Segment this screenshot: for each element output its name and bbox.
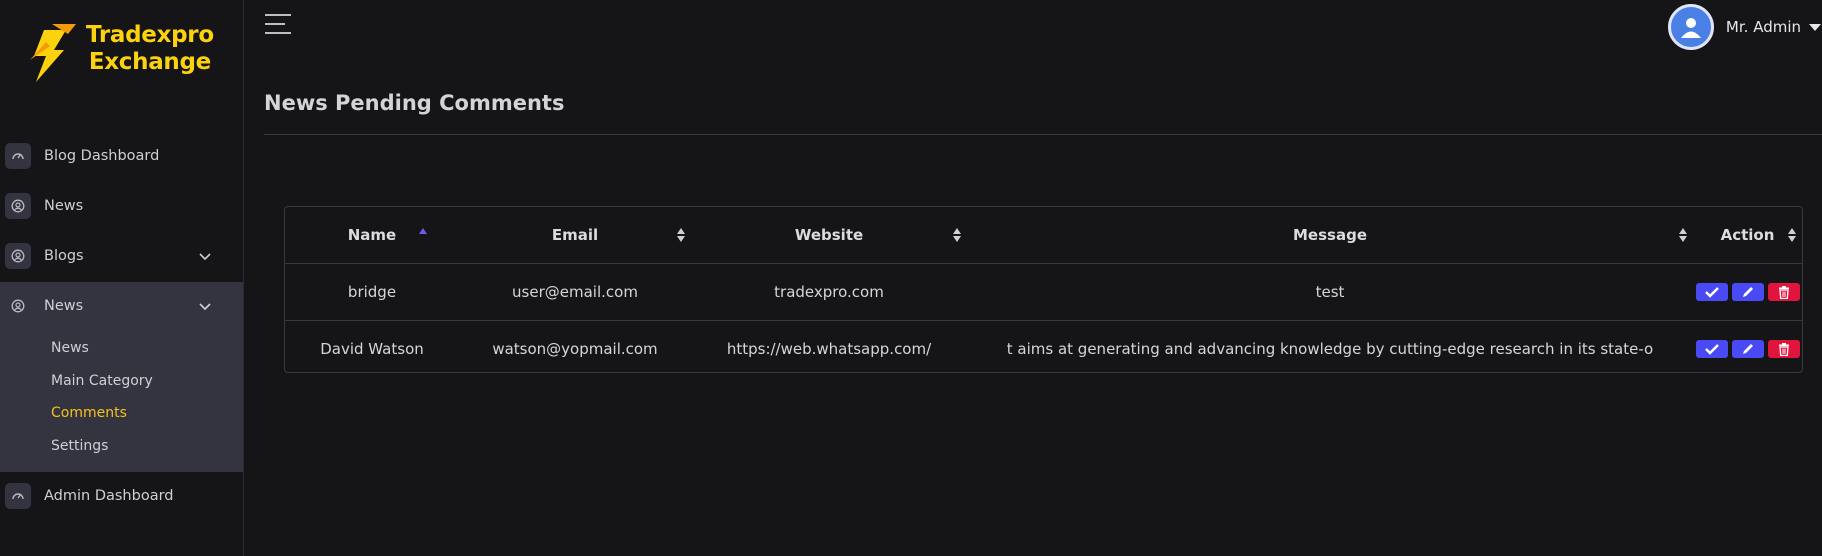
menu-toggle-icon[interactable] (265, 14, 291, 36)
sidebar-item-label: Admin Dashboard (44, 488, 174, 504)
page-title: News Pending Comments (264, 91, 565, 115)
column-header-message[interactable]: Message (967, 207, 1693, 264)
sort-icon (677, 228, 685, 242)
cell-message: t aims at generating and advancing knowl… (1006, 340, 1654, 358)
cell-website: tradexpro.com (691, 263, 967, 321)
edit-button[interactable] (1731, 283, 1764, 301)
brand-line2: Exchange (88, 49, 211, 75)
user-circle-icon (5, 293, 31, 319)
column-label: Message (1293, 226, 1367, 244)
pencil-icon (1742, 287, 1753, 297)
table-row: David Watson watson@yopmail.com https://… (285, 321, 1802, 373)
cell-name: bridge (285, 263, 459, 321)
sidebar-item-news[interactable]: News (0, 184, 243, 228)
cell-name: David Watson (320, 340, 424, 358)
user-circle-icon (5, 243, 31, 269)
top-bar: Mr. Admin (243, 0, 1822, 52)
sort-icon (1788, 228, 1796, 242)
brand-line1: Tradexpro (86, 22, 214, 48)
cell-actions (1693, 321, 1802, 373)
cell-email: user@email.com (459, 263, 691, 321)
sidebar-item-blog-dashboard[interactable]: Blog Dashboard (0, 134, 243, 178)
cell-email: watson@yopmail.com (492, 340, 658, 358)
cell-message: test (967, 263, 1693, 321)
brand-logo[interactable]: Tradexpro Exchange (24, 20, 224, 86)
avatar (1667, 4, 1714, 50)
sidebar-item-news-group[interactable]: News (0, 284, 243, 328)
cell-website: https://web.whatsapp.com/ (726, 340, 932, 358)
sort-icon (953, 228, 961, 242)
submenu-item-main-category[interactable]: Main Category (51, 373, 153, 389)
trash-icon (1778, 285, 1789, 299)
column-label: Email (551, 226, 599, 244)
column-header-name[interactable]: Name (285, 207, 459, 264)
sidebar-item-label: News (44, 298, 84, 314)
submenu-item-comments[interactable]: Comments (51, 405, 127, 421)
chevron-down-icon (199, 253, 211, 261)
submenu-item-news[interactable]: News (51, 340, 89, 356)
divider (264, 134, 1822, 135)
column-label: Website (794, 226, 864, 244)
caret-down-icon (1809, 23, 1821, 31)
sort-asc-icon (419, 228, 427, 234)
lightning-logo-icon (30, 24, 76, 82)
cell-actions (1693, 263, 1802, 321)
column-label: Name (347, 226, 397, 244)
approve-button[interactable] (1695, 283, 1728, 301)
column-header-website[interactable]: Website (691, 207, 967, 264)
sidebar: Tradexpro Exchange Blog Dashboard News B… (0, 0, 244, 556)
column-label: Action (1720, 226, 1775, 244)
gauge-icon (5, 483, 31, 509)
user-name: Mr. Admin (1725, 18, 1801, 36)
sidebar-item-label: Blogs (44, 248, 84, 264)
gauge-icon (5, 143, 31, 169)
column-header-action[interactable]: Action (1693, 207, 1802, 264)
trash-icon (1778, 342, 1789, 356)
user-menu[interactable]: Mr. Admin (1667, 4, 1822, 50)
sidebar-item-label: Blog Dashboard (44, 148, 160, 164)
submenu-item-settings[interactable]: Settings (51, 438, 108, 454)
chevron-down-icon (199, 303, 211, 311)
table-header-row: Name Email Website Message Action (285, 207, 1802, 264)
approve-button[interactable] (1695, 340, 1728, 358)
delete-button[interactable] (1767, 283, 1800, 301)
comments-table: Name Email Website Message Action bridge… (284, 206, 1803, 373)
user-icon (1680, 18, 1701, 38)
pencil-icon (1742, 344, 1753, 354)
sidebar-item-admin-dashboard[interactable]: Admin Dashboard (0, 474, 243, 518)
sidebar-item-label: News (44, 198, 84, 214)
check-icon (1704, 287, 1719, 298)
brand-name: Tradexpro Exchange (86, 22, 214, 76)
check-icon (1704, 344, 1719, 355)
column-header-email[interactable]: Email (459, 207, 691, 264)
sidebar-item-blogs[interactable]: Blogs (0, 234, 243, 278)
table-row: bridge user@email.com tradexpro.com test (285, 263, 1802, 321)
sort-icon (1679, 228, 1687, 242)
delete-button[interactable] (1767, 340, 1800, 358)
user-circle-icon (5, 193, 31, 219)
edit-button[interactable] (1731, 340, 1764, 358)
